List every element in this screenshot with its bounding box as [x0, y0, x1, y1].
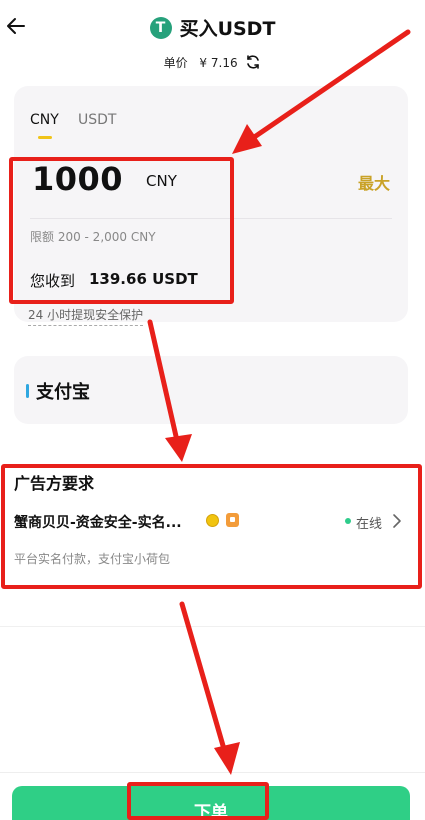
buy-usdt-screen: T 买入USDT 单价 ¥ 7.16 CNY USDT 1000 CNY 最大 …: [0, 0, 425, 820]
annotation-arrows: [147, 29, 411, 775]
